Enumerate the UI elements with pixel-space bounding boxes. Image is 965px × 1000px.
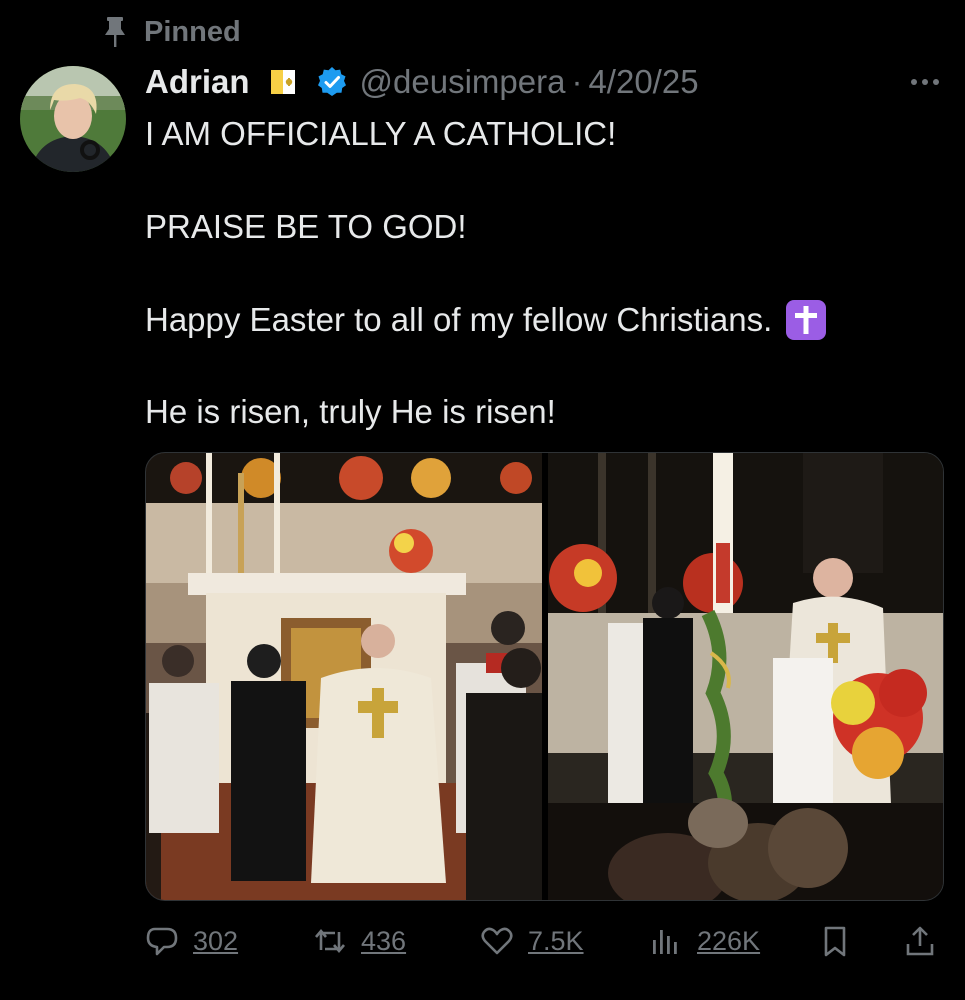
paschal-candle-photo[interactable] — [547, 453, 943, 900]
more-options-icon[interactable] — [907, 64, 943, 100]
display-name[interactable]: Adrian — [145, 63, 250, 101]
repost-button[interactable]: 436 — [313, 918, 406, 964]
heart-icon — [480, 924, 514, 958]
repost-icon — [313, 924, 347, 958]
repost-count: 436 — [361, 925, 407, 956]
bookmark-icon — [818, 924, 852, 958]
views-button[interactable]: 226K — [649, 918, 760, 964]
tweet-text-line: Happy Easter to all of my fellow Christi… — [145, 298, 828, 342]
pinned-label: Pinned — [144, 15, 241, 48]
separator-dot: · — [571, 63, 583, 100]
like-button[interactable]: 7.5K — [480, 918, 584, 964]
avatar[interactable] — [20, 66, 126, 172]
tweet-text-line: PRAISE BE TO GOD! — [145, 208, 467, 245]
pin-icon — [100, 14, 130, 50]
media-grid — [145, 452, 944, 901]
tweet-header: Adrian @deusimpera · 4/20/25 — [145, 60, 965, 104]
action-bar: 302 436 7.5K 226K — [145, 918, 943, 964]
verified-badge-icon[interactable] — [316, 66, 348, 98]
share-icon — [903, 924, 937, 958]
analytics-icon — [649, 924, 683, 958]
latin-cross-emoji-icon — [784, 298, 828, 342]
reply-button[interactable]: 302 — [145, 918, 238, 964]
post-date[interactable]: 4/20/25 — [588, 63, 698, 101]
like-count: 7.5K — [528, 925, 584, 956]
reply-icon — [145, 924, 179, 958]
tweet-text-line: I AM OFFICIALLY A CATHOLIC! — [145, 115, 617, 152]
altar-kneeling-photo[interactable] — [146, 453, 542, 900]
tweet-text-segment: Happy Easter to all of my fellow Christi… — [145, 301, 773, 338]
reply-count: 302 — [193, 925, 239, 956]
view-count: 226K — [697, 925, 761, 956]
vatican-flag-icon — [270, 69, 296, 95]
share-button[interactable] — [903, 918, 937, 964]
handle[interactable]: @deusimpera — [360, 63, 566, 101]
tweet-text-line: He is risen, truly He is risen! — [145, 393, 556, 430]
bookmark-button[interactable] — [818, 918, 852, 964]
pinned-indicator: Pinned — [100, 14, 241, 50]
